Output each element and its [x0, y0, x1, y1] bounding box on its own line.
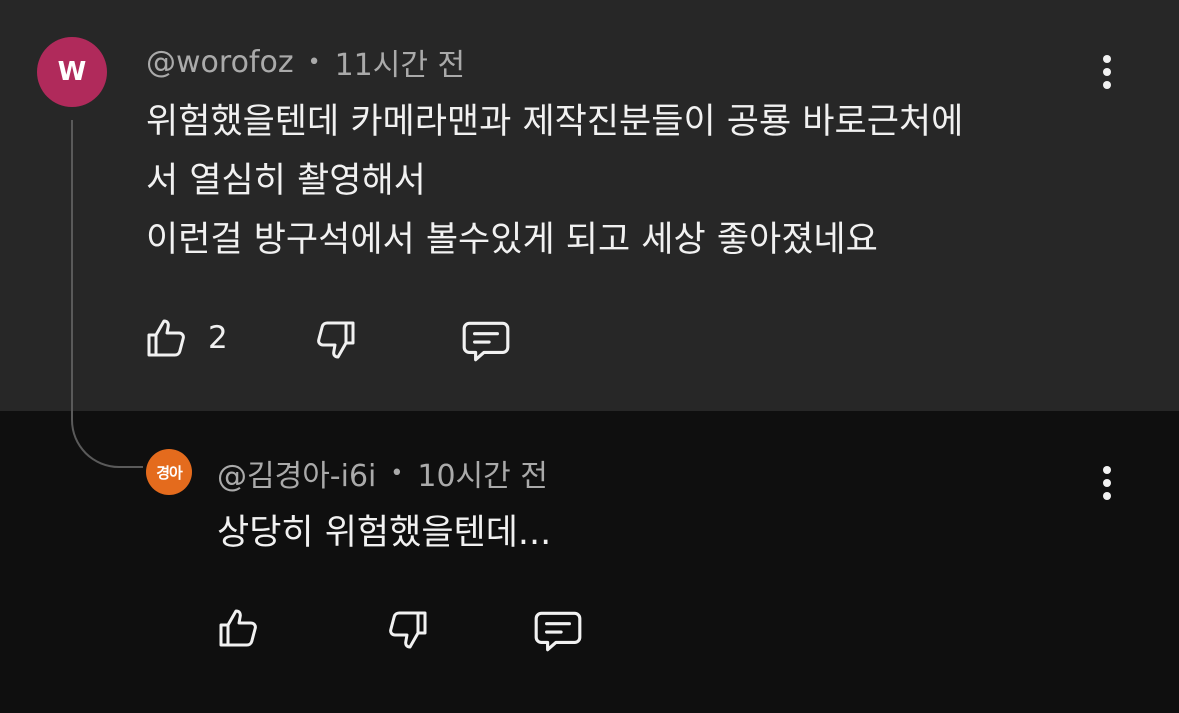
- meta-separator: •: [390, 460, 404, 486]
- thread-connector-line: [71, 120, 143, 468]
- reply-icon: [534, 611, 582, 652]
- thumbs-down-icon: [389, 611, 427, 649]
- reply-dislike-button[interactable]: [384, 606, 432, 654]
- author-handle[interactable]: @worofoz: [146, 45, 294, 80]
- more-vert-icon[interactable]: [1092, 47, 1122, 97]
- meta-separator: •: [307, 49, 321, 75]
- reply-reply-button[interactable]: [531, 606, 585, 656]
- reply-icon: [462, 321, 510, 362]
- like-button[interactable]: 2: [142, 314, 228, 362]
- comment-meta: @worofoz • 11시간 전: [146, 40, 465, 84]
- reply-author-handle[interactable]: @김경아-i6i: [217, 451, 376, 495]
- reply-like-button[interactable]: [214, 604, 262, 652]
- comment-text: 위험했을텐데 카메라맨과 제작진분들이 공룡 바로근처에 서 열심히 촬영해서 …: [146, 102, 964, 260]
- avatar[interactable]: W: [37, 37, 107, 107]
- reply-button[interactable]: [459, 316, 513, 366]
- reply-avatar[interactable]: 경아: [146, 449, 192, 495]
- thumbs-up-icon: [147, 319, 185, 357]
- reply-meta: @김경아-i6i • 10시간 전: [217, 451, 548, 495]
- reply-timestamp[interactable]: 10시간 전: [417, 451, 548, 495]
- thumbs-up-icon: [219, 609, 257, 647]
- dislike-button[interactable]: [312, 316, 360, 364]
- timestamp[interactable]: 11시간 전: [335, 40, 466, 84]
- reply-text: 상당히 위험했을텐데...: [217, 513, 552, 553]
- like-count: 2: [208, 320, 228, 356]
- more-vert-icon[interactable]: [1092, 458, 1122, 508]
- thumbs-down-icon: [317, 321, 355, 359]
- comment-thread: W @worofoz • 11시간 전 위험했을텐데 카메라맨과 제작진분들이 …: [0, 0, 1179, 713]
